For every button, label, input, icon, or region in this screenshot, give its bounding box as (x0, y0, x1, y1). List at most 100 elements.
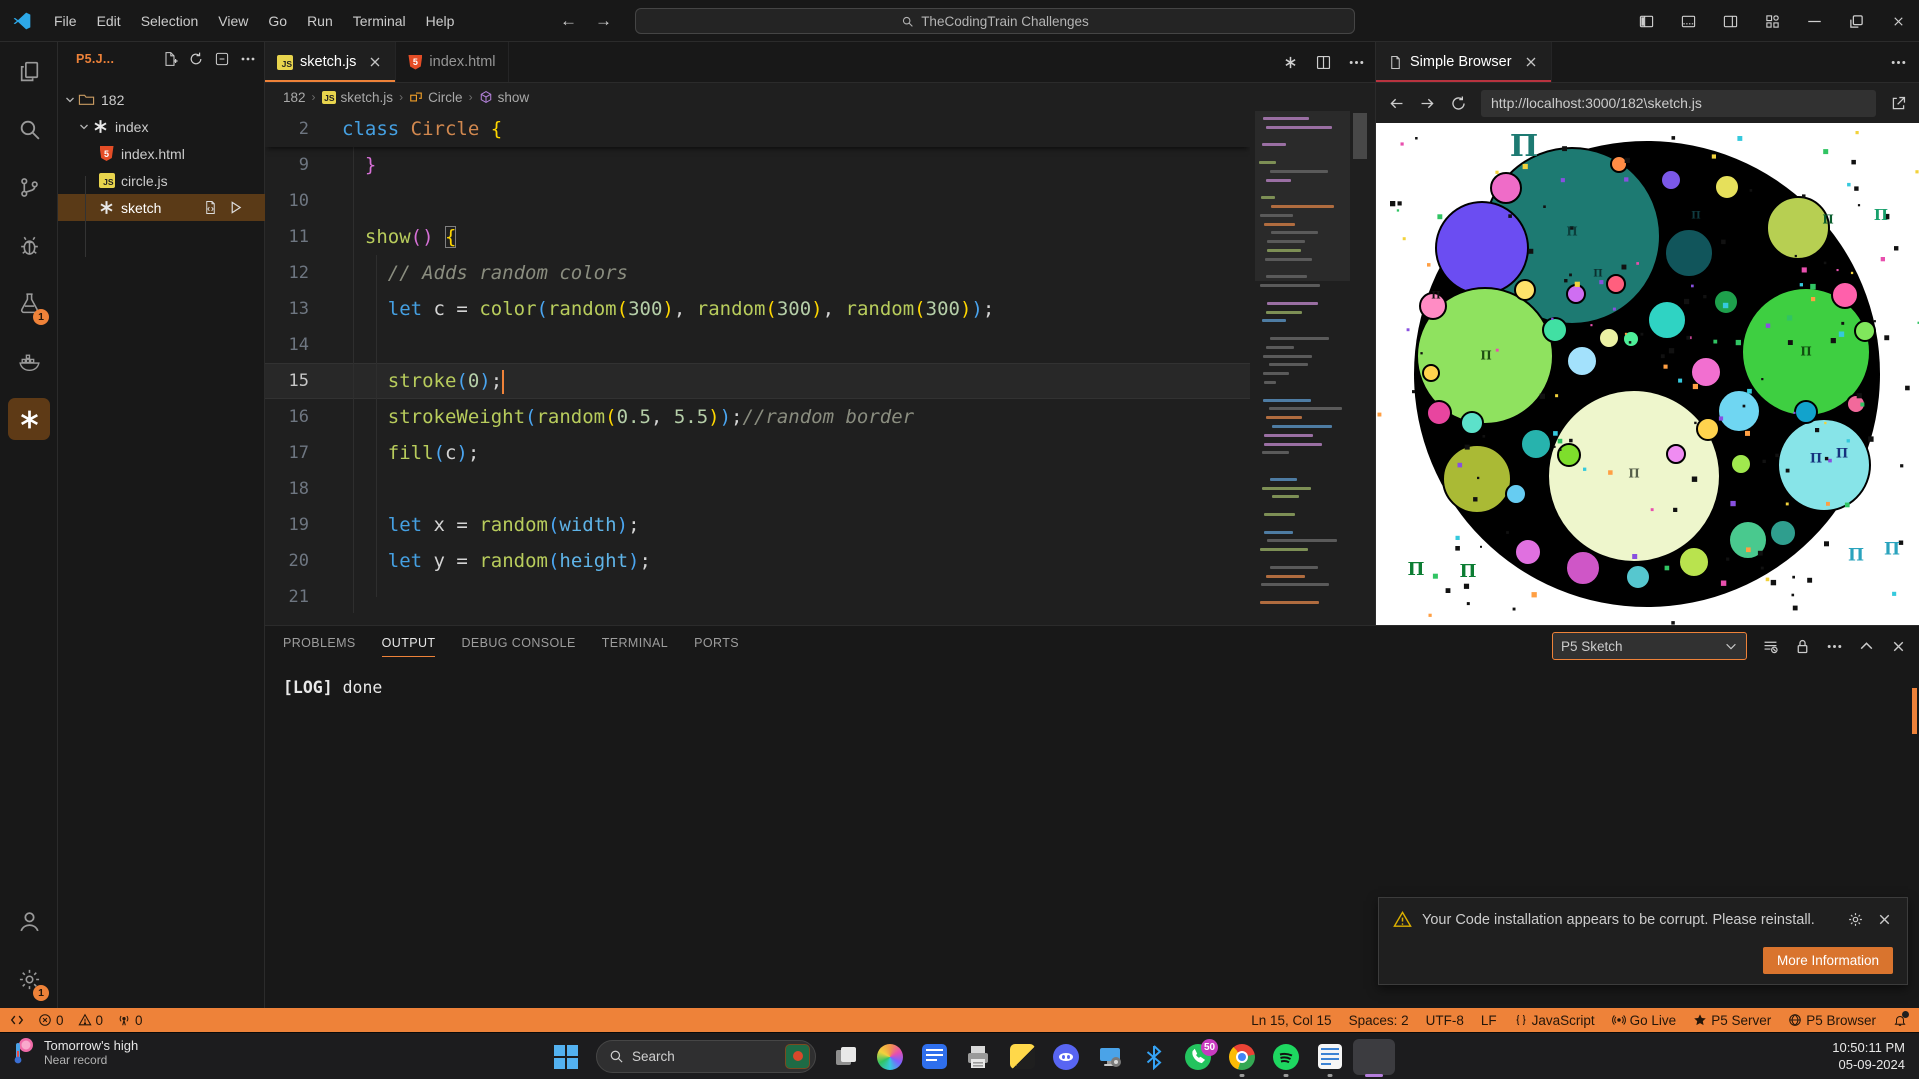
panel-tab-terminal[interactable]: TERMINAL (602, 636, 668, 657)
breadcrumb-item-show[interactable]: show (479, 90, 530, 105)
panel-scrollbar[interactable] (1912, 688, 1917, 734)
split-editor-icon[interactable] (1315, 54, 1332, 71)
weather-widget[interactable]: Tomorrow's high Near record (10, 1037, 138, 1067)
tab-sketch-js[interactable]: JSsketch.js (265, 42, 396, 82)
taskbar-app-spotify[interactable] (1272, 1043, 1300, 1071)
taskbar-app-notes[interactable] (1316, 1043, 1344, 1071)
code-line-17[interactable]: 17fill(c); (265, 435, 1250, 471)
more-actions-icon[interactable] (1348, 54, 1365, 71)
status-lf[interactable]: LF (1481, 1013, 1497, 1028)
layout-panel-icon[interactable] (1667, 0, 1709, 42)
status-bell[interactable] (1893, 1013, 1907, 1027)
activity-docker-icon[interactable] (0, 332, 58, 390)
editor-scrollbar[interactable] (1353, 113, 1367, 159)
status-globe[interactable]: P5 Browser (1788, 1013, 1876, 1028)
code-line-15[interactable]: 15stroke(0); (265, 363, 1250, 399)
nav-back-icon[interactable]: ← (560, 11, 577, 31)
code-line-20[interactable]: 20let y = random(height); (265, 543, 1250, 579)
activity-explorer-icon[interactable] (0, 42, 58, 100)
taskbar-clock[interactable]: 10:50:11 PM 05-09-2024 (1832, 1039, 1905, 1073)
activity-testing-icon[interactable]: 1 (0, 274, 58, 332)
status-remote[interactable] (10, 1013, 24, 1027)
taskbar-app-files[interactable] (1008, 1043, 1036, 1071)
panel-tab-ports[interactable]: PORTS (694, 636, 739, 657)
tab-simple-browser[interactable]: Simple Browser (1376, 42, 1552, 82)
tree-item-index[interactable]: index (58, 113, 265, 140)
new-sketch-icon[interactable] (162, 51, 178, 67)
run-p5-sketch-icon[interactable] (1282, 54, 1299, 71)
refresh-icon[interactable] (188, 51, 204, 67)
breadcrumb-item-sketch-js[interactable]: JSsketch.js (322, 90, 394, 105)
start-button[interactable] (552, 1043, 580, 1071)
activity-debug-icon[interactable] (0, 216, 58, 274)
open-sketch-file-icon[interactable] (203, 200, 218, 215)
command-center-search[interactable]: TheCodingTrain Challenges (635, 8, 1355, 34)
code-line-9[interactable]: 9} (265, 147, 1250, 183)
nav-forward-icon[interactable]: → (595, 11, 612, 31)
status-ln-15-col-15[interactable]: Ln 15, Col 15 (1251, 1013, 1331, 1028)
run-sketch-icon[interactable] (228, 200, 243, 215)
taskbar-app-bluetooth[interactable] (1140, 1043, 1168, 1071)
taskbar-app-vscode[interactable] (1360, 1043, 1388, 1071)
taskbar-app-copilot[interactable] (876, 1043, 904, 1071)
taskbar-app-chrome[interactable] (1228, 1043, 1256, 1071)
more-actions-icon[interactable] (1890, 54, 1907, 71)
panel-tab-output[interactable]: OUTPUT (382, 636, 436, 657)
tree-item-sketch[interactable]: sketch (58, 194, 265, 221)
browser-back-icon[interactable] (1388, 95, 1405, 112)
tree-item-circle-js[interactable]: JScircle.js (58, 167, 265, 194)
notification-close-icon[interactable] (1876, 911, 1893, 928)
close-icon[interactable] (1523, 54, 1539, 70)
layout-sidebar-right-icon[interactable] (1709, 0, 1751, 42)
activity-accounts-icon[interactable] (0, 892, 58, 950)
panel-tab-problems[interactable]: PROBLEMS (283, 636, 356, 657)
activity-source-control-icon[interactable] (0, 158, 58, 216)
close-button[interactable] (1877, 0, 1919, 42)
taskbar-app-whatsapp[interactable]: 50 (1184, 1043, 1212, 1071)
activity-search-icon[interactable] (0, 100, 58, 158)
menu-view[interactable]: View (208, 0, 258, 42)
menu-run[interactable]: Run (297, 0, 343, 42)
status-braces[interactable]: JavaScript (1514, 1013, 1595, 1028)
tab-index-html[interactable]: 5index.html (396, 42, 508, 82)
code-line-11[interactable]: 11show() { (265, 219, 1250, 255)
status-star[interactable]: P5 Server (1693, 1013, 1771, 1028)
tree-item-index-html[interactable]: 5index.html (58, 140, 265, 167)
browser-reload-icon[interactable] (1450, 95, 1467, 112)
more-actions-icon[interactable] (1826, 638, 1843, 655)
lock-icon[interactable] (1794, 638, 1811, 655)
code-line-10[interactable]: 10 (265, 183, 1250, 219)
status-error[interactable]: 0 (38, 1013, 64, 1028)
status-broadcast[interactable]: Go Live (1612, 1013, 1677, 1028)
minimap[interactable] (1255, 111, 1350, 625)
close-icon[interactable] (367, 54, 383, 70)
clear-output-icon[interactable] (1762, 638, 1779, 655)
maximize-panel-icon[interactable] (1858, 638, 1875, 655)
menu-go[interactable]: Go (258, 0, 297, 42)
status-utf-8[interactable]: UTF-8 (1426, 1013, 1464, 1028)
taskbar-app-remote-desktop[interactable] (1096, 1043, 1124, 1071)
code-line-13[interactable]: 13let c = color(random(300), random(300)… (265, 291, 1250, 327)
menu-terminal[interactable]: Terminal (343, 0, 416, 42)
code-line-12[interactable]: 12// Adds random colors (265, 255, 1250, 291)
menu-edit[interactable]: Edit (87, 0, 131, 42)
maximize-button[interactable] (1835, 0, 1877, 42)
close-panel-icon[interactable] (1890, 638, 1907, 655)
code-line-19[interactable]: 19let x = random(width); (265, 507, 1250, 543)
panel-tab-debug-console[interactable]: DEBUG CONSOLE (461, 636, 575, 657)
code-line-14[interactable]: 14 (265, 327, 1250, 363)
browser-forward-icon[interactable] (1419, 95, 1436, 112)
code-editor[interactable]: 2class Circle {9}1011show() {12// Adds r… (265, 111, 1250, 625)
menu-file[interactable]: File (44, 0, 87, 42)
code-line-2[interactable]: 2class Circle { (265, 111, 1250, 147)
breadcrumb-item-182[interactable]: 182 (283, 90, 306, 105)
menu-help[interactable]: Help (416, 0, 465, 42)
taskbar-search[interactable]: Search (596, 1040, 816, 1073)
status-spaces-2[interactable]: Spaces: 2 (1349, 1013, 1409, 1028)
open-external-icon[interactable] (1890, 95, 1907, 112)
taskbar-app-notepad[interactable] (920, 1043, 948, 1071)
collapse-folders-icon[interactable] (214, 51, 230, 67)
code-line-18[interactable]: 18 (265, 471, 1250, 507)
activity-settings-icon[interactable]: 1 (0, 950, 58, 1008)
breadcrumb-item-Circle[interactable]: Circle (409, 90, 463, 105)
